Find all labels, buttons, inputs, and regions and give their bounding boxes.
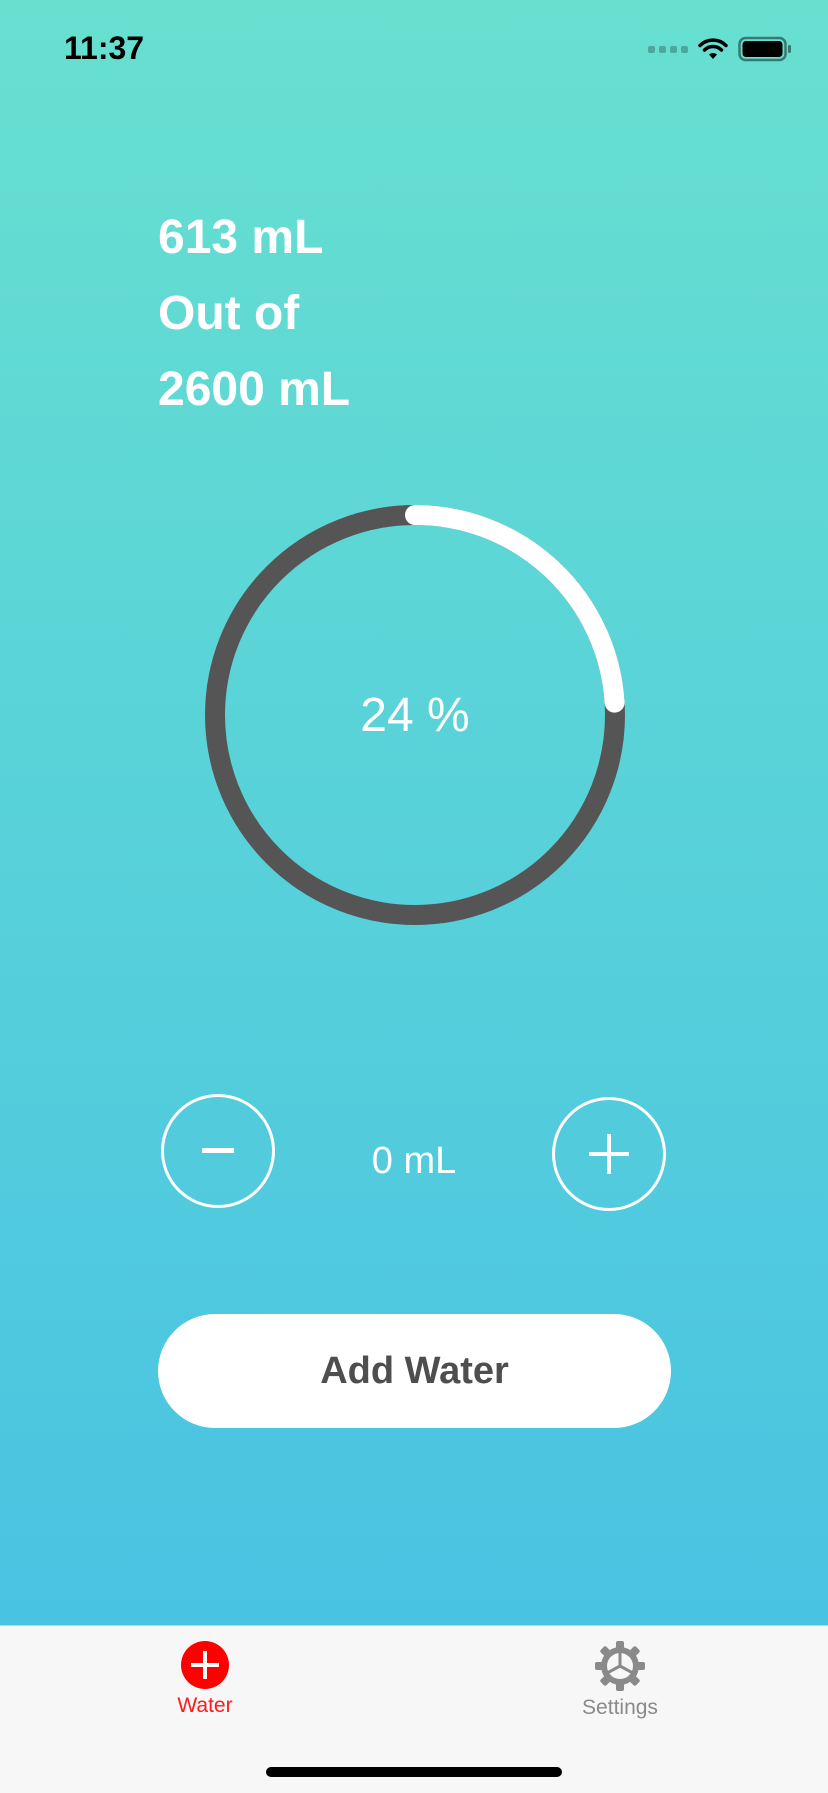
increase-button[interactable] xyxy=(552,1097,666,1211)
decrease-button[interactable] xyxy=(161,1094,275,1208)
add-water-button[interactable]: Add Water xyxy=(158,1314,671,1428)
tab-settings-label: Settings xyxy=(582,1696,658,1719)
tab-settings[interactable]: Settings xyxy=(540,1640,700,1720)
plus-icon xyxy=(589,1134,629,1174)
water-stats: 613 mL Out of 2600 mL xyxy=(158,200,350,428)
status-bar: 11:37 xyxy=(0,0,828,100)
amount-value: 0 mL xyxy=(371,1140,457,1182)
battery-icon xyxy=(738,36,791,62)
tab-water[interactable]: Water xyxy=(125,1640,285,1718)
progress-ring: 24 % xyxy=(205,505,625,925)
status-time: 11:37 xyxy=(64,30,145,66)
wifi-icon xyxy=(698,38,728,59)
tab-water-label: Water xyxy=(177,1694,233,1717)
progress-percent: 24 % xyxy=(360,688,470,742)
out-of-label: Out of xyxy=(158,287,300,340)
plus-circle-icon xyxy=(181,1641,229,1689)
cellular-signal-icon xyxy=(648,45,688,53)
home-indicator xyxy=(266,1767,562,1777)
consumed-amount: 613 mL xyxy=(158,211,324,264)
goal-amount: 2600 mL xyxy=(158,363,351,416)
minus-icon xyxy=(202,1148,234,1153)
gear-icon xyxy=(595,1641,645,1691)
app-screen: 11:37 613 mL Out of 2600 mL 24 % 0 mL Ad… xyxy=(0,0,828,1625)
status-icons xyxy=(648,36,792,62)
